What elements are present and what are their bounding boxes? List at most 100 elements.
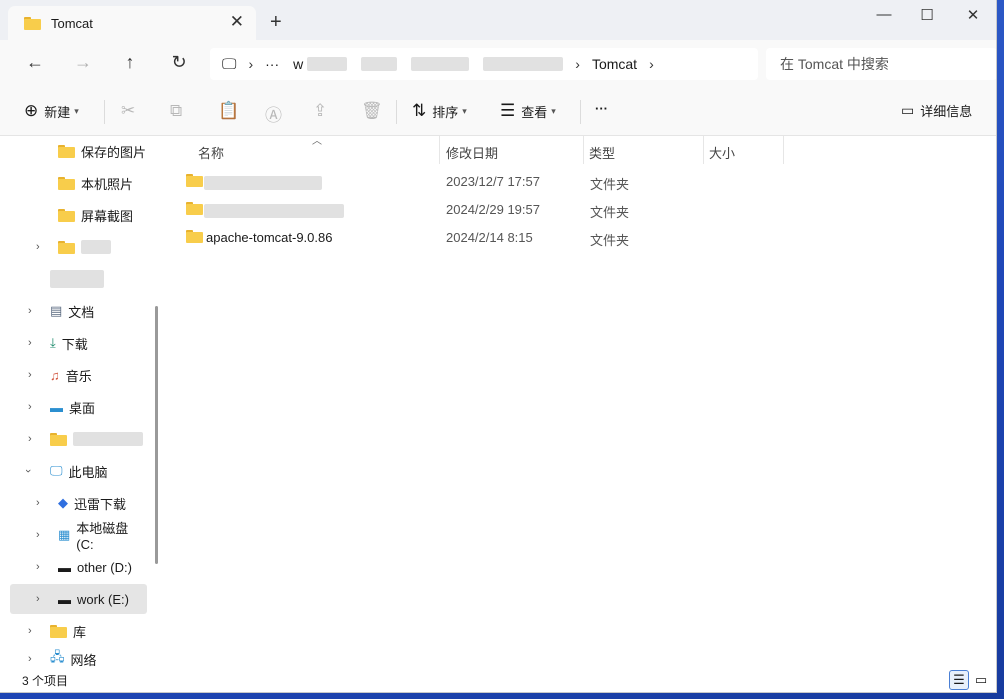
rename-icon: Ⓐ [265,106,282,125]
details-pane-label: 详细信息 [920,104,973,119]
more-options-button[interactable]: ··· [595,101,608,116]
sidebar-item-redacted[interactable]: › [10,424,147,454]
toolbar-divider [104,100,105,124]
chevron-right-icon[interactable]: › [28,305,32,317]
sidebar-item-desktop[interactable]: › ▬ 桌面 [10,392,147,422]
redacted-label [73,432,143,446]
sidebar-item-label: other (D:) [77,559,132,575]
library-icon [50,624,67,638]
details-view-icon[interactable]: ☰ [949,670,969,690]
chevron-right-icon[interactable]: › [28,625,32,637]
clipboard-icon: 📋 [218,101,240,120]
breadcrumb-item[interactable]: w [293,56,303,72]
chevron-right-icon[interactable]: › [28,369,32,381]
sidebar-scrollbar[interactable] [155,306,158,564]
xunlei-icon: ◆ [58,495,68,510]
file-list: ︿ 名称 修改日期 类型 大小 2023/12/7 17:57 文件夹 2024… [164,136,996,668]
large-icons-view-icon[interactable]: ▭ [971,670,991,690]
sidebar-item-drive-d[interactable]: › ▬ other (D:) [10,552,147,582]
sidebar-item-drive-c[interactable]: › ▦ 本地磁盘 (C: [10,520,147,552]
chevron-right-icon[interactable]: › [36,593,40,605]
chevron-right-icon[interactable]: › [28,401,32,413]
close-tab-icon[interactable]: ✕ [230,12,244,32]
minimize-button[interactable]: — [864,6,904,23]
download-icon: ⤓ [50,335,56,350]
computer-icon: 🖵 [50,463,63,478]
navigation-bar: ← → ↑ ↻ 🖵 › ··· w › Tomcat › 在 Tomcat 中搜… [0,40,996,88]
computer-icon[interactable]: 🖵 [222,56,236,73]
maximize-button[interactable]: ☐ [907,6,947,24]
chevron-down-icon[interactable]: › [22,469,34,473]
view-button-label: 查看 [521,104,548,120]
table-row[interactable]: 2024/2/29 19:57 文件夹 [184,196,744,224]
table-row[interactable]: 2023/12/7 17:57 文件夹 [184,168,744,196]
sidebar-item-label: 此电脑 [68,464,108,480]
column-header-type[interactable]: 类型 [583,140,703,164]
delete-button[interactable]: 🗑 [361,101,389,121]
sidebar-item-music[interactable]: › ♫ 音乐 [10,360,147,390]
chevron-right-icon[interactable]: › [36,529,40,541]
sidebar-item-network[interactable]: › 🖧 网络 [10,648,147,670]
redacted-breadcrumb [483,57,564,71]
address-bar[interactable]: 🖵 › ··· w › Tomcat › [210,48,758,80]
breadcrumb-separator-icon[interactable]: › [575,56,580,72]
forward-button[interactable]: → [69,52,97,73]
paste-button[interactable]: 📋 [218,101,245,121]
view-button[interactable]: ☰ 查看 ▾ [500,101,556,121]
new-button[interactable]: ⊕ 新建 ▾ [24,101,79,121]
column-header-name[interactable]: 名称 [192,140,438,164]
cut-button[interactable]: ✂ [121,101,141,121]
sidebar-item-label: 文档 [68,304,95,320]
sidebar-item-drive-e[interactable]: › ▬ work (E:) [10,584,147,614]
chevron-right-icon[interactable]: › [36,561,40,573]
folder-icon [186,230,203,246]
column-header-date[interactable]: 修改日期 [440,140,583,164]
sidebar-item-screenshots[interactable]: 屏幕截图 [10,200,147,230]
chevron-right-icon[interactable]: › [36,497,40,509]
sidebar-item-label: 迅雷下载 [74,496,127,512]
sidebar-item-label: 本地磁盘 (C: [76,521,129,552]
column-divider[interactable] [783,136,784,164]
new-tab-button[interactable]: + [270,11,282,34]
sidebar-item-label: 保存的图片 [81,144,147,160]
sidebar-item-documents[interactable]: › ▤ 文档 [10,296,147,326]
chevron-down-icon: ▾ [74,105,79,116]
breadcrumb-separator-icon[interactable]: › [649,56,654,72]
file-type: 文件夹 [590,233,630,248]
breadcrumb-overflow-button[interactable]: ··· [265,56,279,72]
share-button[interactable]: ⇪ [313,101,333,121]
sidebar-item-libraries[interactable]: › 库 [10,616,147,646]
sidebar-item-xunlei-downloads[interactable]: › ◆ 迅雷下载 [10,488,147,518]
sidebar-item-this-pc[interactable]: › 🖵 此电脑 [10,456,147,486]
sidebar-item-label: 网络 [70,652,97,668]
column-header-size[interactable]: 大小 [703,140,783,164]
table-row[interactable]: apache-tomcat-9.0.86 2024/2/14 8:15 文件夹 [184,224,744,252]
copy-button[interactable]: ⧉ [170,101,188,121]
chevron-right-icon[interactable]: › [28,653,32,665]
refresh-button[interactable]: ↻ [165,52,193,73]
sidebar-item-redacted[interactable]: › [10,232,147,262]
close-window-button[interactable]: ✕ [953,6,993,24]
chevron-right-icon[interactable]: › [36,241,40,253]
search-input[interactable]: 在 Tomcat 中搜索 [766,48,996,80]
sort-button[interactable]: ⇅ 排序 ▾ [412,101,467,121]
up-button[interactable]: ↑ [116,52,144,73]
tab-tomcat[interactable]: Tomcat ✕ [8,6,256,40]
file-explorer-window: Tomcat ✕ + — ☐ ✕ ← → ↑ ↻ 🖵 › ··· w › Tom… [0,0,997,693]
back-button[interactable]: ← [21,52,49,73]
redacted-file-name [204,176,322,190]
sidebar-item-camera-roll[interactable]: 本机照片 [10,168,147,198]
item-count: 3 个项目 [22,674,69,688]
folder-icon [58,144,75,158]
breadcrumb-current[interactable]: Tomcat [592,56,637,72]
sidebar-item-saved-pictures[interactable]: 保存的图片 [10,136,147,166]
rename-button[interactable]: Ⓐ [265,101,288,126]
details-pane-button[interactable]: ▭ 详细信息 [901,101,972,120]
breadcrumb-separator-icon[interactable]: › [248,56,253,72]
chevron-right-icon[interactable]: › [28,337,32,349]
sidebar-item-downloads[interactable]: › ⤓ 下载 [10,328,147,358]
folder-icon [24,16,41,30]
chevron-right-icon[interactable]: › [28,433,32,445]
sidebar-redacted-block [10,264,147,294]
scissors-icon: ✂ [121,101,136,120]
